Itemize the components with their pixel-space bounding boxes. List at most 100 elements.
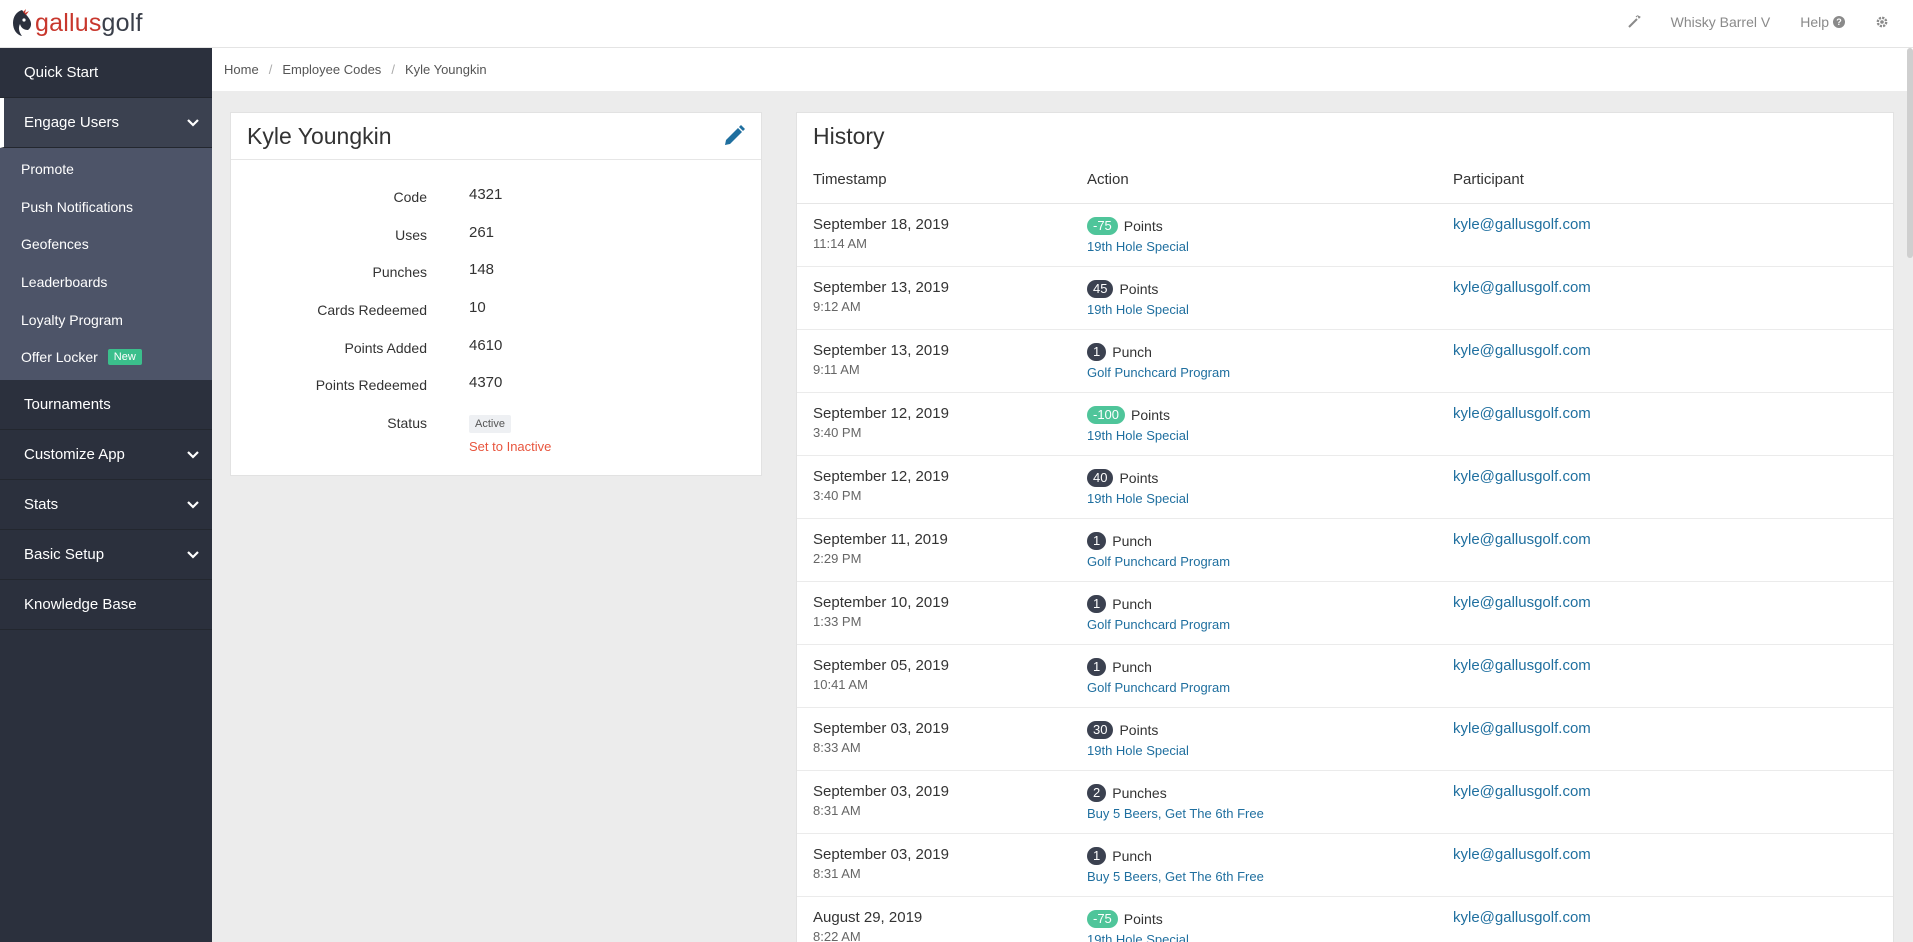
action-unit: Points [1131,407,1170,423]
sidebar-item-quick-start[interactable]: Quick Start [0,48,212,98]
sidebar-item-engage-users[interactable]: Engage Users [0,98,212,148]
action-line: 1 Punch [1087,532,1230,550]
participant-link[interactable]: kyle@gallusgolf.com [1453,594,1591,611]
program-link[interactable]: Buy 5 Beers, Get The 6th Free [1087,806,1264,821]
participant-link[interactable]: kyle@gallusgolf.com [1453,783,1591,800]
timestamp-cell: September 10, 2019 1:33 PM [813,594,949,629]
action-cell: 2 Punches Buy 5 Beers, Get The 6th Free [1087,784,1264,821]
sidebar-subitem-leaderboards[interactable]: Leaderboards [0,263,212,301]
amount-badge: 30 [1087,721,1114,739]
gear-icon[interactable] [1875,15,1889,29]
amount-badge: -100 [1087,406,1126,424]
sidebar-subitem-loyalty-program[interactable]: Loyalty Program [0,301,212,339]
action-cell: 1 Punch Golf Punchcard Program [1087,658,1230,695]
timestamp-cell: September 11, 2019 2:29 PM [813,531,948,566]
brand-logo[interactable]: gallusgolf [10,8,143,38]
action-cell: 1 Punch Buy 5 Beers, Get The 6th Free [1087,847,1264,884]
sidebar-item-knowledge-base[interactable]: Knowledge Base [0,580,212,631]
sidebar-item-stats[interactable]: Stats [0,480,212,531]
program-link[interactable]: 19th Hole Special [1087,428,1189,443]
program-link[interactable]: 19th Hole Special [1087,743,1189,758]
participant-link[interactable]: kyle@gallusgolf.com [1453,909,1591,926]
amount-badge: 1 [1087,847,1107,865]
row-time: 3:40 PM [813,488,862,503]
field-value: Active Set to Inactive [469,410,551,454]
field-points-added: Points Added 4610 [231,335,761,373]
detail-fields: Code 4321 Uses 261 Punches 148 Cards Redeem… [231,160,761,454]
participant-link[interactable]: kyle@gallusgolf.com [1453,531,1591,548]
participant-link[interactable]: kyle@gallusgolf.com [1453,657,1591,674]
sidebar-subitem-label: Offer Locker [21,349,98,366]
program-link[interactable]: Golf Punchcard Program [1087,365,1230,380]
row-time: 9:11 AM [813,362,860,377]
top-right-menu: Whisky Barrel V Help? [1597,0,1889,44]
sidebar-item-tournaments[interactable]: Tournaments [0,380,212,431]
program-link[interactable]: 19th Hole Special [1087,239,1189,254]
program-link[interactable]: 19th Hole Special [1087,302,1189,317]
row-date: September 05, 2019 [813,657,949,674]
sidebar-item-label: Tournaments [24,396,111,414]
action-line: -75 Points [1087,217,1189,235]
table-row: September 03, 2019 8:31 AM 1 Punch Buy 5 Bee… [797,834,1893,897]
help-link[interactable]: Help? [1800,14,1845,30]
row-time: 3:40 PM [813,425,862,440]
participant-link[interactable]: kyle@gallusgolf.com [1453,846,1591,863]
column-header-action: Action [1087,171,1129,188]
status-badge: Active [469,415,511,434]
participant-link[interactable]: kyle@gallusgolf.com [1453,720,1591,737]
sidebar-subitem-push-notifications[interactable]: Push Notifications [0,188,212,226]
participant-link[interactable]: kyle@gallusgolf.com [1453,279,1591,296]
timestamp-cell: September 12, 2019 3:40 PM [813,405,949,440]
sidebar-subitem-promote[interactable]: Promote [0,150,212,188]
action-line: 30 Points [1087,721,1189,739]
engage-users-submenu: Promote Push Notifications Geofences Lea… [0,148,212,381]
set-inactive-link[interactable]: Set to Inactive [469,439,551,454]
pencil-icon[interactable] [721,123,747,149]
breadcrumb: Home / Employee Codes / Kyle Youngkin [212,48,1913,91]
account-name[interactable]: Whisky Barrel V [1671,14,1771,30]
participant-link[interactable]: kyle@gallusgolf.com [1453,468,1591,485]
program-link[interactable]: Golf Punchcard Program [1087,680,1230,695]
magic-wand-icon[interactable] [1627,15,1641,29]
participant-link[interactable]: kyle@gallusgolf.com [1453,342,1591,359]
amount-badge: -75 [1087,217,1118,235]
breadcrumb-separator: / [391,62,395,77]
participant-link[interactable]: kyle@gallusgolf.com [1453,216,1591,233]
timestamp-cell: September 13, 2019 9:11 AM [813,342,949,377]
sidebar-subitem-offer-locker[interactable]: Offer Locker New [0,338,212,376]
action-cell: 30 Points 19th Hole Special [1087,721,1189,758]
sidebar-item-basic-setup[interactable]: Basic Setup [0,530,212,581]
action-line: 1 Punch [1087,595,1230,613]
program-link[interactable]: Golf Punchcard Program [1087,554,1230,569]
action-line: 40 Points [1087,469,1189,487]
new-badge: New [107,349,142,366]
row-date: September 11, 2019 [813,531,948,548]
sidebar-item-customize-app[interactable]: Customize App [0,430,212,481]
row-date: September 13, 2019 [813,279,949,296]
action-line: 45 Points [1087,280,1189,298]
breadcrumb-home[interactable]: Home [224,62,259,77]
amount-badge: 1 [1087,658,1107,676]
participant-link[interactable]: kyle@gallusgolf.com [1453,405,1591,422]
top-bar: gallusgolf Whisky Barrel V Help? [0,0,1913,48]
table-row: September 13, 2019 9:12 AM 45 Points 19th Ho… [797,267,1893,330]
breadcrumb-employee-codes[interactable]: Employee Codes [282,62,381,77]
action-unit: Points [1123,218,1163,234]
program-link[interactable]: Golf Punchcard Program [1087,617,1230,632]
sidebar-item-label: Stats [24,496,59,514]
sidebar-subitem-geofences[interactable]: Geofences [0,225,212,263]
brand-part-2: golf [101,8,143,37]
page-scrollbar[interactable] [1907,48,1913,258]
row-date: September 03, 2019 [813,783,949,800]
field-value: 4610 [469,336,503,354]
program-link[interactable]: 19th Hole Special [1087,932,1189,942]
history-rows: September 18, 2019 11:14 AM -75 Points 19th … [797,204,1893,942]
chevron-down-icon [187,450,199,459]
program-link[interactable]: 19th Hole Special [1087,491,1189,506]
action-cell: 1 Punch Golf Punchcard Program [1087,595,1230,632]
program-link[interactable]: Buy 5 Beers, Get The 6th Free [1087,869,1264,884]
question-circle-icon: ? [1833,16,1845,28]
field-value: 4321 [469,186,503,203]
breadcrumb-separator: / [268,62,273,77]
field-punches: Punches 148 [231,259,761,297]
